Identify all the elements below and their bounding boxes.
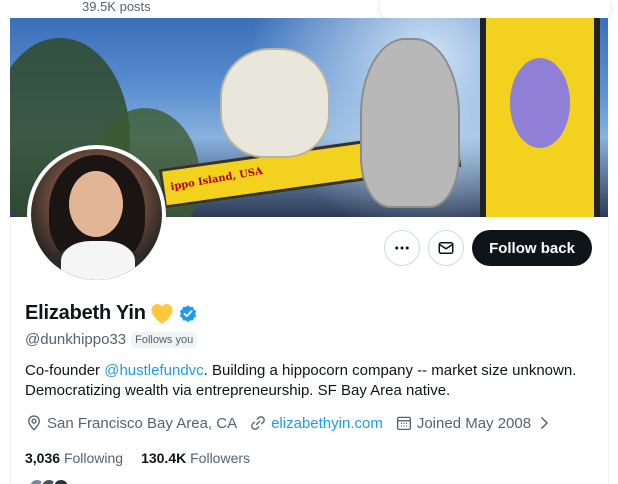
user-handle: @dunkhippo33 — [25, 331, 127, 348]
avatar — [31, 149, 162, 280]
post-count: 39.5K posts — [82, 0, 151, 14]
follow-back-button[interactable]: Follow back — [472, 230, 592, 266]
display-name-row: Elizabeth Yin — [25, 302, 198, 325]
follow-stats: 3,036 Following 130.4K Followers — [25, 450, 250, 466]
avatar — [52, 478, 70, 484]
more-dots-icon — [395, 246, 409, 250]
followed-by-avatars[interactable] — [28, 478, 74, 484]
message-button[interactable] — [428, 230, 464, 266]
followers-stat[interactable]: 130.4K Followers — [141, 450, 250, 466]
display-name: Elizabeth Yin — [25, 302, 146, 324]
bio-text-prefix: Co-founder — [25, 362, 105, 379]
following-stat[interactable]: 3,036 Following — [25, 450, 123, 466]
top-bar: 39.5K posts — [0, 0, 618, 20]
following-count: 3,036 — [25, 450, 61, 466]
bio-mention-link[interactable]: @hustlefundvc — [104, 362, 203, 379]
following-label: Following — [63, 450, 124, 466]
banner-plush — [510, 58, 570, 148]
chevron-right-icon — [541, 417, 548, 429]
profile-bio: Co-founder @hustlefundvc. Building a hip… — [25, 361, 585, 401]
website-item[interactable]: elizabethyin.com — [249, 414, 383, 432]
more-button[interactable] — [384, 230, 420, 266]
popover-edge — [380, 0, 610, 20]
yellow-heart-icon — [151, 303, 173, 324]
banner-hippo-plush — [360, 38, 460, 208]
joined-text: Joined May 2008 — [416, 414, 532, 432]
banner-hippo-plush — [220, 48, 330, 158]
handle-row: @dunkhippo33 Follows you — [25, 331, 198, 348]
location-item: San Francisco Bay Area, CA — [25, 414, 237, 432]
location-text: San Francisco Bay Area, CA — [47, 414, 238, 432]
follows-you-badge: Follows you — [131, 331, 198, 348]
calendar-icon — [396, 416, 411, 431]
profile-meta: San Francisco Bay Area, CA elizabethyin.… — [25, 414, 565, 432]
followers-count: 130.4K — [141, 450, 187, 466]
profile-avatar[interactable] — [27, 145, 166, 284]
verified-badge-icon[interactable] — [178, 304, 198, 324]
website-link[interactable]: elizabethyin.com — [271, 415, 383, 432]
envelope-icon — [438, 242, 454, 254]
location-pin-icon — [28, 415, 40, 431]
link-icon — [251, 416, 265, 430]
followers-label: Followers — [190, 450, 251, 466]
joined-item[interactable]: Joined May 2008 — [395, 414, 553, 432]
